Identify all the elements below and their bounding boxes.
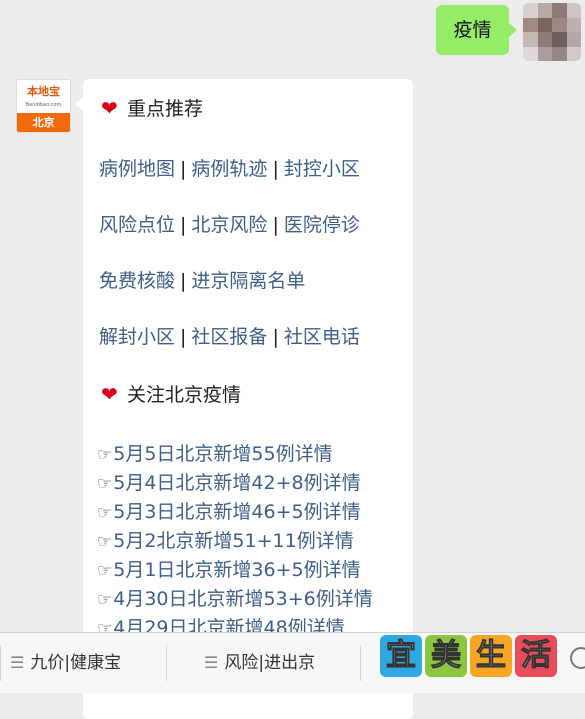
link-row-3: 免费核酸 | 进京隔离名单: [99, 266, 305, 293]
menu-item-risk-travel[interactable]: ☰ 风险|进出京: [204, 633, 315, 693]
link-separator: |: [180, 326, 187, 348]
news-item[interactable]: ☞5月2北京新增51+11例详情: [97, 527, 373, 556]
watermark-char: 美: [425, 635, 467, 677]
menu-divider: [166, 645, 167, 681]
emoji-keyboard-icon[interactable]: [570, 647, 585, 669]
link-separator: |: [180, 214, 187, 236]
watermark-char: 生: [470, 635, 512, 677]
brand-name: 本地宝: [27, 85, 60, 98]
news-item-text[interactable]: 5月4日北京新增42+8例详情: [113, 472, 360, 494]
menu-item-label: 九价|健康宝: [30, 653, 122, 673]
pointing-hand-icon: ☞: [97, 590, 113, 610]
bot-avatar[interactable]: 本地宝 Bendibao.com 北京: [16, 79, 71, 133]
menu-list-icon: ☰: [10, 653, 25, 672]
news-item-text[interactable]: 4月30日北京新增53+6例详情: [113, 588, 372, 610]
news-item[interactable]: ☞5月3日北京新增46+5例详情: [97, 498, 373, 527]
news-item-text[interactable]: 5月5日北京新增55例详情: [113, 443, 332, 465]
link-row-2: 风险点位 | 北京风险 | 医院停诊: [99, 210, 360, 237]
news-item-text[interactable]: 5月1日北京新增36+5例详情: [113, 559, 360, 581]
menu-list-icon: ☰: [204, 653, 219, 672]
bot-message-card: ❤ 重点推荐 病例地图 | 病例轨迹 | 封控小区 风险点位 | 北京风险 | 医院停诊 免费核酸…: [75, 79, 413, 719]
link-unsealed-community[interactable]: 解封小区: [99, 326, 175, 348]
watermark-char: 活: [515, 635, 557, 677]
link-quarantine-list[interactable]: 进京隔离名单: [191, 270, 305, 292]
pointing-hand-icon: ☞: [97, 445, 113, 465]
pointing-hand-icon: ☞: [97, 474, 113, 494]
brand-city: 北京: [17, 113, 70, 132]
brand-site: Bendibao.com: [25, 102, 62, 108]
news-item[interactable]: ☞5月1日北京新增36+5例详情: [97, 556, 373, 585]
user-message-bubble: 疫情: [436, 5, 517, 55]
news-item[interactable]: ☞5月5日北京新增55例详情: [97, 440, 373, 469]
link-separator: |: [272, 158, 279, 180]
user-message-text: 疫情: [453, 19, 492, 41]
watermark-logo: 宜 美 生 活: [380, 635, 557, 677]
menu-divider: [0, 645, 1, 681]
section-title-recommend: ❤ 重点推荐: [101, 94, 203, 121]
pointing-hand-icon: ☞: [97, 503, 113, 523]
user-avatar[interactable]: [523, 3, 581, 61]
link-hospital-closure[interactable]: 医院停诊: [284, 214, 360, 236]
news-item-text[interactable]: 5月2北京新增51+11例详情: [113, 530, 353, 552]
section-title-text: 关注北京疫情: [127, 384, 242, 406]
pointing-hand-icon: ☞: [97, 532, 113, 552]
link-community-report[interactable]: 社区报备: [191, 326, 267, 348]
link-separator: |: [180, 158, 187, 180]
link-case-map[interactable]: 病例地图: [99, 158, 175, 180]
link-case-track[interactable]: 病例轨迹: [191, 158, 267, 180]
news-item-text[interactable]: 5月3日北京新增46+5例详情: [113, 501, 360, 523]
news-item[interactable]: ☞4月30日北京新增53+6例详情: [97, 585, 373, 614]
menu-item-vaccine-health[interactable]: ☰ 九价|健康宝: [10, 633, 121, 693]
heart-icon: ❤: [101, 382, 118, 406]
news-list: ☞5月5日北京新增55例详情 ☞5月4日北京新增42+8例详情 ☞5月3日北京新…: [97, 440, 373, 643]
link-sealed-community[interactable]: 封控小区: [284, 158, 360, 180]
link-risk-points[interactable]: 风险点位: [99, 214, 175, 236]
link-row-1: 病例地图 | 病例轨迹 | 封控小区: [99, 154, 360, 181]
news-item[interactable]: ☞5月4日北京新增42+8例详情: [97, 469, 373, 498]
link-community-phone[interactable]: 社区电话: [284, 326, 360, 348]
menu-item-label: 风险|进出京: [224, 653, 316, 673]
bot-avatar-logo: 本地宝 Bendibao.com: [17, 80, 70, 113]
heart-icon: ❤: [101, 96, 118, 120]
link-separator: |: [180, 270, 187, 292]
link-row-4: 解封小区 | 社区报备 | 社区电话: [99, 322, 360, 349]
pointing-hand-icon: ☞: [97, 561, 113, 581]
section-title-follow: ❤ 关注北京疫情: [101, 380, 241, 407]
link-beijing-risk[interactable]: 北京风险: [191, 214, 267, 236]
link-separator: |: [272, 214, 279, 236]
section-title-text: 重点推荐: [127, 98, 204, 120]
watermark-char: 宜: [380, 635, 422, 677]
menu-divider: [360, 645, 361, 681]
link-free-test[interactable]: 免费核酸: [99, 270, 175, 292]
link-separator: |: [272, 326, 279, 348]
